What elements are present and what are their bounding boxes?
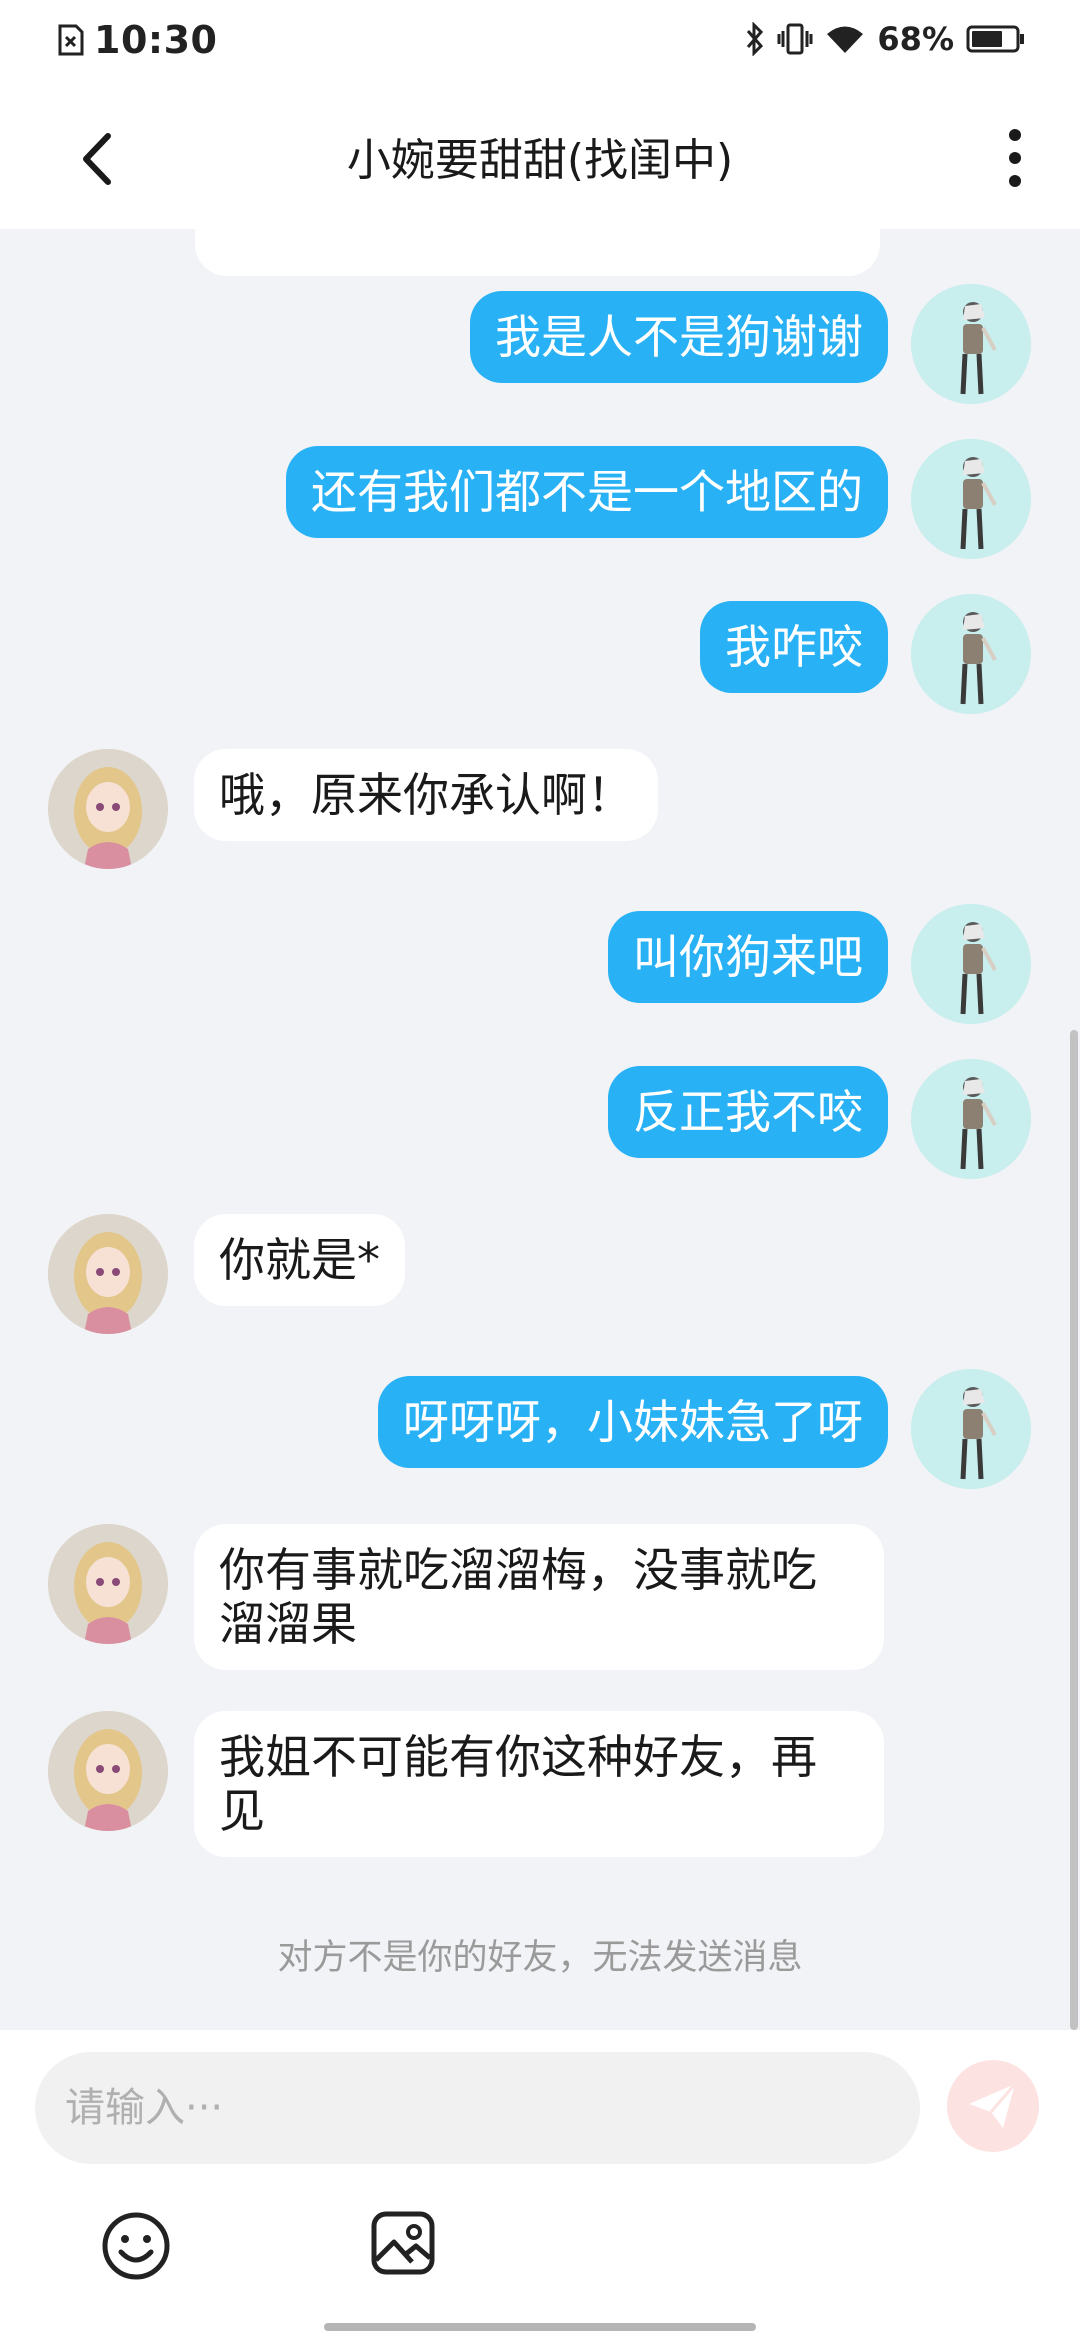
- received-message-bubble[interactable]: 你就是*: [194, 1214, 405, 1306]
- status-left: 10:30: [58, 18, 217, 62]
- more-options-icon[interactable]: [1000, 126, 1030, 190]
- image-icon[interactable]: [370, 2210, 436, 2276]
- my-avatar[interactable]: [911, 1059, 1031, 1179]
- chat-scrollbar[interactable]: [1070, 1030, 1078, 2030]
- contact-avatar[interactable]: [48, 1214, 168, 1334]
- chat-history[interactable]: 我是人不是狗谢谢 还有我们都不是一个地区的 我咋咬 哦，原来你承认啊！ 叫你狗来…: [0, 229, 1080, 2029]
- cut-off-message-bubble: [195, 229, 880, 276]
- my-avatar-image: [911, 594, 1031, 714]
- my-avatar[interactable]: [911, 904, 1031, 1024]
- wifi-icon: [827, 26, 864, 53]
- contact-avatar-image: [48, 1711, 168, 1831]
- no-sim-icon: [58, 24, 84, 56]
- received-message-bubble[interactable]: 你有事就吃溜溜梅，没事就吃溜溜果: [194, 1524, 884, 1670]
- sent-message-bubble[interactable]: 我咋咬: [700, 601, 888, 693]
- contact-avatar-image: [48, 1524, 168, 1644]
- sent-message-bubble[interactable]: 呀呀呀，小妹妹急了呀: [378, 1376, 888, 1468]
- received-message-bubble[interactable]: 哦，原来你承认啊！: [194, 749, 658, 841]
- my-avatar-image: [911, 1059, 1031, 1179]
- my-avatar-image: [911, 1369, 1031, 1489]
- chat-title: 小婉要甜甜(找闺中): [346, 135, 734, 186]
- sent-message-bubble[interactable]: 反正我不咬: [608, 1066, 888, 1158]
- chat-header: 小婉要甜甜(找闺中): [0, 84, 1080, 229]
- my-avatar-image: [911, 439, 1031, 559]
- home-indicator[interactable]: [324, 2323, 756, 2331]
- contact-avatar-image: [48, 1214, 168, 1334]
- not-friend-notice: 对方不是你的好友，无法发送消息: [277, 1938, 803, 1978]
- my-avatar-image: [911, 284, 1031, 404]
- sent-message-bubble[interactable]: 叫你狗来吧: [608, 911, 888, 1003]
- my-avatar[interactable]: [911, 594, 1031, 714]
- emoji-icon[interactable]: [100, 2210, 172, 2282]
- message-input[interactable]: [35, 2052, 920, 2164]
- status-time: 10:30: [94, 18, 218, 62]
- bluetooth-icon: [747, 22, 764, 56]
- battery-icon: [966, 25, 1024, 53]
- status-right: 68%: [733, 20, 1026, 58]
- my-avatar[interactable]: [911, 439, 1031, 559]
- contact-avatar[interactable]: [48, 1524, 168, 1644]
- my-avatar[interactable]: [911, 284, 1031, 404]
- sent-message-bubble[interactable]: 还有我们都不是一个地区的: [286, 446, 888, 538]
- message-composer: [0, 2030, 1080, 2340]
- send-button[interactable]: [947, 2060, 1039, 2152]
- contact-avatar[interactable]: [48, 749, 168, 869]
- send-icon: [969, 2083, 1017, 2128]
- contact-avatar-image: [48, 749, 168, 869]
- sent-message-bubble[interactable]: 我是人不是狗谢谢: [470, 291, 888, 383]
- status-bar: 10:30 68%: [0, 0, 1080, 84]
- received-message-bubble[interactable]: 我姐不可能有你这种好友，再见: [194, 1711, 884, 1857]
- my-avatar-image: [911, 904, 1031, 1024]
- battery-percent: 68%: [877, 20, 954, 58]
- vibrate-icon: [777, 23, 813, 55]
- contact-avatar[interactable]: [48, 1711, 168, 1831]
- my-avatar[interactable]: [911, 1369, 1031, 1489]
